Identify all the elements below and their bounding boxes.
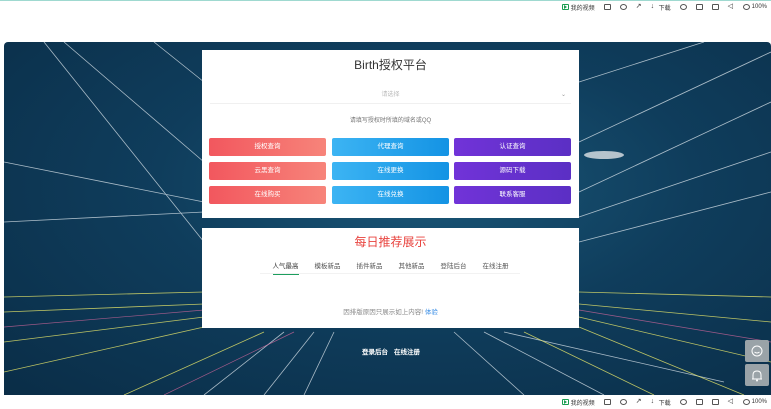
floating-chat-button[interactable] xyxy=(745,340,769,362)
chat-button-bottom[interactable] xyxy=(619,399,627,405)
window-icon xyxy=(711,4,719,10)
platform-title: Birth授权平台 xyxy=(354,58,427,72)
tab-divider xyxy=(260,273,520,274)
bell-icon xyxy=(752,369,762,381)
rocket-button[interactable]: ↗ xyxy=(635,3,642,10)
zoom-icon xyxy=(742,4,750,10)
source-download-button[interactable]: 源码下载 xyxy=(454,162,571,180)
volume-button[interactable]: ◁ xyxy=(727,3,734,10)
copy-button-bottom[interactable] xyxy=(695,399,703,405)
screen-button-bottom[interactable] xyxy=(603,399,611,405)
volume-icon: ◁ xyxy=(727,398,734,405)
game-icon xyxy=(679,4,687,10)
auth-query-button[interactable]: 授权查询 xyxy=(209,138,326,156)
window-button[interactable] xyxy=(711,4,719,10)
browser-statusbar: 我的视频 ↗ ↓ 下载 ◁ 100% xyxy=(0,395,771,409)
notice-text: 因排版原因只展示如上内容! xyxy=(343,309,423,316)
my-videos-button[interactable]: 我的视频 xyxy=(561,3,595,12)
footer-register-link[interactable]: 在线注册 xyxy=(394,346,420,356)
browser-toolbar: 我的视频 ↗ ↓ 下载 ◁ 100% xyxy=(0,0,771,13)
chevron-down-icon: ⌄ xyxy=(560,92,566,98)
copy-icon xyxy=(695,399,703,405)
select-placeholder: 请选择 xyxy=(381,92,400,98)
contact-support-button[interactable]: 联系客服 xyxy=(454,186,571,204)
play-icon xyxy=(561,4,569,10)
type-select[interactable]: 请选择 ⌄ xyxy=(210,86,571,104)
zoom-button[interactable]: 100% xyxy=(742,4,767,10)
daily-recommendation-panel: 每日推荐展示 人气最高 模板新品 插件新品 其他新品 登陆后台 在线注册 因排版… xyxy=(202,228,579,328)
footer-links: 登录后台 在线注册 xyxy=(362,346,420,356)
zoom-icon xyxy=(742,399,750,405)
screen-icon xyxy=(603,399,611,405)
game-button-bottom[interactable] xyxy=(679,399,687,405)
cloud-black-query-button[interactable]: 云黑查询 xyxy=(209,162,326,180)
download-icon: ↓ xyxy=(650,3,655,10)
play-icon xyxy=(561,399,569,405)
rocket-icon: ↗ xyxy=(635,398,642,405)
copy-button[interactable] xyxy=(695,4,703,10)
online-change-button[interactable]: 在线更换 xyxy=(332,162,449,180)
download-button-bottom[interactable]: ↓ 下载 xyxy=(651,398,671,407)
my-videos-button-bottom[interactable]: 我的视频 xyxy=(561,398,595,407)
authorization-panel: Birth授权平台 请选择 ⌄ 授权查询 代理查询 认证查询 云黑查询 在线更换… xyxy=(202,50,579,218)
smile-chat-icon xyxy=(751,345,763,357)
window-icon xyxy=(711,399,719,405)
copy-icon xyxy=(695,4,703,10)
volume-button-bottom[interactable]: ◁ xyxy=(727,398,734,405)
zoom-button-bottom[interactable]: 100% xyxy=(742,399,767,405)
cert-query-button[interactable]: 认证查询 xyxy=(454,138,571,156)
chat-button[interactable] xyxy=(619,4,627,10)
game-icon xyxy=(679,399,687,405)
online-redeem-button[interactable]: 在线兑换 xyxy=(332,186,449,204)
screen-icon xyxy=(603,4,611,10)
rocket-icon: ↗ xyxy=(635,3,642,10)
daily-title: 每日推荐展示 xyxy=(354,235,427,249)
experience-link[interactable]: 体验 xyxy=(425,309,438,316)
online-purchase-button[interactable]: 在线购买 xyxy=(209,186,326,204)
download-icon: ↓ xyxy=(650,398,655,405)
chat-icon xyxy=(619,4,627,10)
domain-qq-input[interactable] xyxy=(210,112,571,130)
screen-button[interactable] xyxy=(603,4,611,10)
download-button[interactable]: ↓ 下载 xyxy=(651,3,671,12)
chat-icon xyxy=(619,399,627,405)
floating-notification-button[interactable] xyxy=(745,364,769,386)
agent-query-button[interactable]: 代理查询 xyxy=(332,138,449,156)
game-button[interactable] xyxy=(679,4,687,10)
window-button-bottom[interactable] xyxy=(711,399,719,405)
volume-icon: ◁ xyxy=(727,3,734,10)
rocket-button-bottom[interactable]: ↗ xyxy=(635,398,642,405)
layout-notice: 因排版原因只展示如上内容! 体验 xyxy=(202,306,579,316)
footer-login-link[interactable]: 登录后台 xyxy=(362,346,388,356)
